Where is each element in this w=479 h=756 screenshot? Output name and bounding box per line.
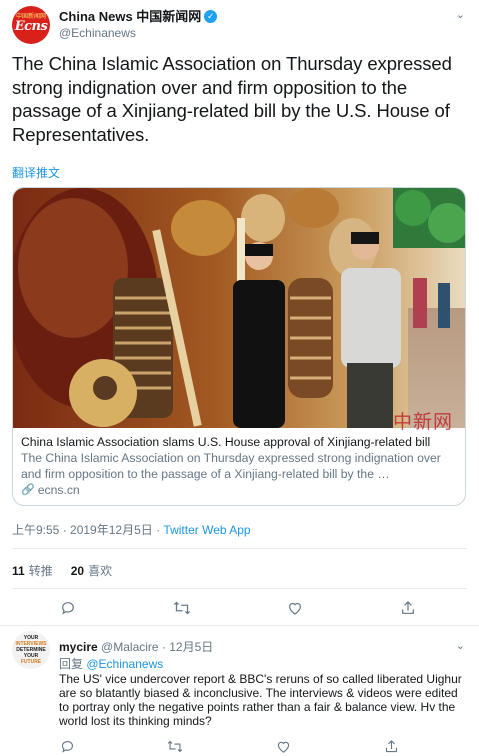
photo-watermark: 中新网 [392, 411, 453, 433]
likes-count: 20 [70, 564, 85, 578]
reply-date[interactable]: · 12月5日 [162, 640, 213, 654]
card-domain[interactable]: 🔗 ecns.cn [21, 482, 461, 498]
reply-text: The US' vice undercover report & BBC's r… [59, 672, 462, 728]
retweets-count: 11 [12, 564, 25, 578]
reply-handle[interactable]: @Malacire [101, 640, 159, 654]
avatar-line: FUTURE [20, 659, 42, 665]
reply-header: mycire @Malacire · 12月5日 [59, 638, 213, 655]
card-description: The China Islamic Association on Thursda… [21, 451, 441, 481]
author-display-name[interactable]: China News 中国新闻网 ✓ [59, 8, 218, 25]
author-name-block[interactable]: China News 中国新闻网 ✓ @Echinanews [59, 8, 218, 41]
tweet-actions [12, 598, 467, 618]
author-display-name-text: China News 中国新闻网 [59, 9, 202, 24]
replying-to-label: 回复 [59, 657, 84, 671]
share-icon[interactable] [398, 598, 418, 618]
replying-to: 回复 @Echinanews [59, 655, 163, 672]
likes-label: 喜欢 [88, 564, 113, 578]
tweet-header: 中国新闻网 Ecns China News 中国新闻网 ✓ @Echinanew… [12, 6, 467, 46]
card-title[interactable]: China Islamic Association slams U.S. Hou… [21, 434, 461, 450]
tweet-source[interactable]: Twitter Web App [163, 523, 250, 537]
card-image[interactable] [13, 188, 465, 428]
likes-stat[interactable]: 20 喜欢 [71, 562, 112, 579]
link-icon: 🔗 [21, 484, 35, 496]
link-card[interactable]: China Islamic Association slams U.S. Hou… [12, 187, 466, 506]
reply-actions [59, 738, 469, 756]
tweet-timestamp[interactable]: 上午9:55 · 2019年12月5日 · [12, 523, 163, 537]
reply-icon[interactable] [58, 598, 78, 618]
tweet-stats: 11 转推 20 喜欢 [12, 562, 112, 579]
divider [12, 548, 467, 549]
author-handle[interactable]: @Echinanews [59, 25, 217, 41]
reply-avatar[interactable]: YOUR INTERVIEWS DETERMINE YOUR FUTURE [12, 631, 50, 669]
translate-tweet-link[interactable]: 翻译推文 [12, 164, 60, 181]
verified-badge-icon: ✓ [204, 10, 218, 23]
retweets-stat[interactable]: 11 转推 [12, 562, 53, 579]
reply-more-chevron-icon[interactable]: ⌄ [456, 639, 465, 652]
avatar-line: DETERMINE YOUR [16, 647, 46, 659]
card-domain-text: ecns.cn [37, 483, 80, 497]
share-icon[interactable] [383, 738, 399, 754]
retweets-label: 转推 [28, 564, 53, 578]
retweet-icon[interactable] [172, 598, 192, 618]
like-icon[interactable] [285, 598, 305, 618]
reply-icon[interactable] [59, 738, 75, 754]
more-options-chevron-icon[interactable]: ⌄ [456, 8, 465, 21]
avatar-logo-text: Ecns [14, 19, 48, 34]
replying-to-handle[interactable]: @Echinanews [86, 657, 163, 671]
reply-tweet[interactable]: YOUR INTERVIEWS DETERMINE YOUR FUTURE my… [0, 623, 479, 755]
bazaar-photo [13, 188, 465, 428]
tweet-meta: 上午9:55 · 2019年12月5日 · Twitter Web App [12, 521, 251, 538]
divider [12, 588, 467, 589]
like-icon[interactable] [275, 738, 291, 754]
author-avatar[interactable]: 中国新闻网 Ecns [12, 6, 50, 44]
card-body: China Islamic Association slams U.S. Hou… [21, 434, 461, 498]
retweet-icon[interactable] [167, 738, 183, 754]
reply-display-name[interactable]: mycire [59, 640, 98, 654]
tweet-text: The China Islamic Association on Thursda… [12, 53, 452, 145]
